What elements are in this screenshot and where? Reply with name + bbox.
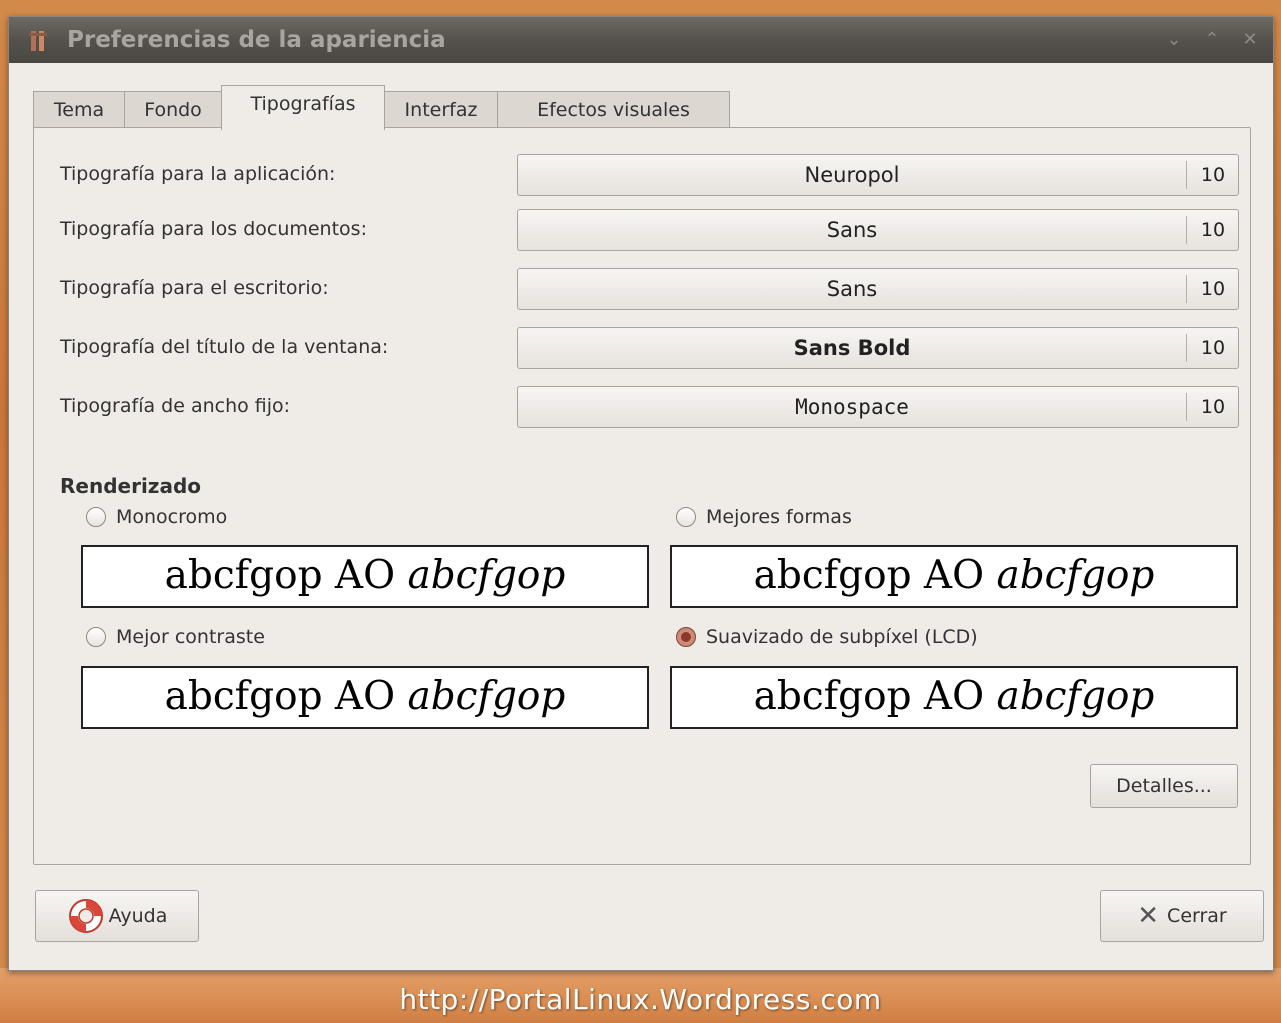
documents-font-label: Tipografía para los documentos: bbox=[60, 218, 367, 240]
window-title-font-button[interactable]: Sans Bold 10 bbox=[517, 327, 1239, 369]
font-name: Monospace bbox=[795, 395, 909, 419]
window-title: Preferencias de la apariencia bbox=[67, 27, 446, 53]
help-button[interactable]: Ayuda bbox=[35, 890, 199, 942]
application-font-label: Tipografía para la aplicación: bbox=[60, 163, 336, 185]
watermark-text: http://PortalLinux.Wordpress.com bbox=[399, 983, 882, 1016]
details-button[interactable]: Detalles... bbox=[1090, 764, 1238, 808]
tab-tema[interactable]: Tema bbox=[33, 91, 125, 129]
desktop-font-button[interactable]: Sans 10 bbox=[517, 268, 1239, 310]
maximize-icon[interactable]: ⌃ bbox=[1201, 29, 1223, 51]
radio-best-contrast[interactable]: Mejor contraste bbox=[86, 626, 265, 648]
close-x-icon: ✕ bbox=[1137, 901, 1160, 931]
font-name: Sans bbox=[826, 218, 878, 242]
radio-button[interactable] bbox=[86, 507, 106, 527]
radio-button-selected[interactable] bbox=[676, 627, 696, 647]
close-label: Cerrar bbox=[1167, 905, 1227, 927]
fixed-width-font-label: Tipografía de ancho fijo: bbox=[60, 395, 291, 417]
radio-monochrome[interactable]: Monocromo bbox=[86, 506, 227, 528]
sample-italic-text: abcfgop bbox=[407, 674, 566, 719]
lifebuoy-icon bbox=[68, 899, 103, 933]
fonts-panel: Tipografía para la aplicación: Neuropol … bbox=[33, 127, 1251, 865]
application-font-button[interactable]: Neuropol 10 bbox=[517, 154, 1239, 196]
sample-regular-text: abcfgop AO bbox=[164, 674, 408, 719]
tab-interfaz[interactable]: Interfaz bbox=[384, 91, 498, 129]
separator bbox=[1186, 275, 1187, 303]
font-size: 10 bbox=[1200, 396, 1226, 418]
help-label: Ayuda bbox=[108, 905, 168, 927]
app-icon bbox=[29, 31, 47, 51]
minimize-icon[interactable]: ⌄ bbox=[1163, 29, 1185, 51]
sample-monochrome[interactable]: abcfgop AO abcfgop bbox=[81, 545, 649, 608]
sample-best-contrast[interactable]: abcfgop AO abcfgop bbox=[81, 666, 649, 729]
font-name: Neuropol bbox=[804, 163, 900, 187]
desktop-font-label: Tipografía para el escritorio: bbox=[60, 277, 329, 299]
sample-italic-text: abcfgop bbox=[996, 553, 1155, 598]
tab-tipografias[interactable]: Tipografías bbox=[221, 85, 385, 130]
radio-best-shapes[interactable]: Mejores formas bbox=[676, 506, 852, 528]
rendering-heading: Renderizado bbox=[60, 474, 201, 498]
separator bbox=[1186, 161, 1187, 189]
sample-regular-text: abcfgop AO bbox=[164, 553, 408, 598]
title-bar[interactable]: Preferencias de la apariencia ⌄ ⌃ ✕ bbox=[9, 17, 1273, 63]
font-size: 10 bbox=[1200, 278, 1226, 300]
tab-fondo[interactable]: Fondo bbox=[124, 91, 222, 129]
font-size: 10 bbox=[1200, 219, 1226, 241]
sample-italic-text: abcfgop bbox=[407, 553, 566, 598]
tab-efectos-visuales[interactable]: Efectos visuales bbox=[497, 91, 730, 129]
documents-font-button[interactable]: Sans 10 bbox=[517, 209, 1239, 251]
radio-label: Mejor contraste bbox=[116, 626, 265, 648]
radio-label: Monocromo bbox=[116, 506, 228, 528]
close-window-icon[interactable]: ✕ bbox=[1239, 29, 1261, 51]
radio-button[interactable] bbox=[86, 627, 106, 647]
font-name: Sans bbox=[826, 277, 878, 301]
separator bbox=[1186, 393, 1187, 421]
separator bbox=[1186, 334, 1187, 362]
sample-best-shapes[interactable]: abcfgop AO abcfgop bbox=[670, 545, 1238, 608]
sample-regular-text: abcfgop AO bbox=[753, 553, 997, 598]
fixed-width-font-button[interactable]: Monospace 10 bbox=[517, 386, 1239, 428]
window-title-font-label: Tipografía del título de la ventana: bbox=[60, 336, 389, 358]
close-button[interactable]: ✕ Cerrar bbox=[1100, 890, 1264, 942]
radio-label: Mejores formas bbox=[706, 506, 852, 528]
separator bbox=[1186, 216, 1187, 244]
font-size: 10 bbox=[1200, 337, 1226, 359]
sample-regular-text: abcfgop AO bbox=[753, 674, 997, 719]
radio-subpixel-lcd[interactable]: Suavizado de subpíxel (LCD) bbox=[676, 626, 978, 648]
radio-label: Suavizado de subpíxel (LCD) bbox=[706, 626, 978, 648]
appearance-preferences-window: Preferencias de la apariencia ⌄ ⌃ ✕ Tema… bbox=[8, 16, 1274, 971]
radio-button[interactable] bbox=[676, 507, 696, 527]
font-size: 10 bbox=[1200, 164, 1226, 186]
font-name: Sans Bold bbox=[793, 336, 911, 360]
sample-italic-text: abcfgop bbox=[996, 674, 1155, 719]
sample-subpixel-lcd[interactable]: abcfgop AO abcfgop bbox=[670, 666, 1238, 729]
